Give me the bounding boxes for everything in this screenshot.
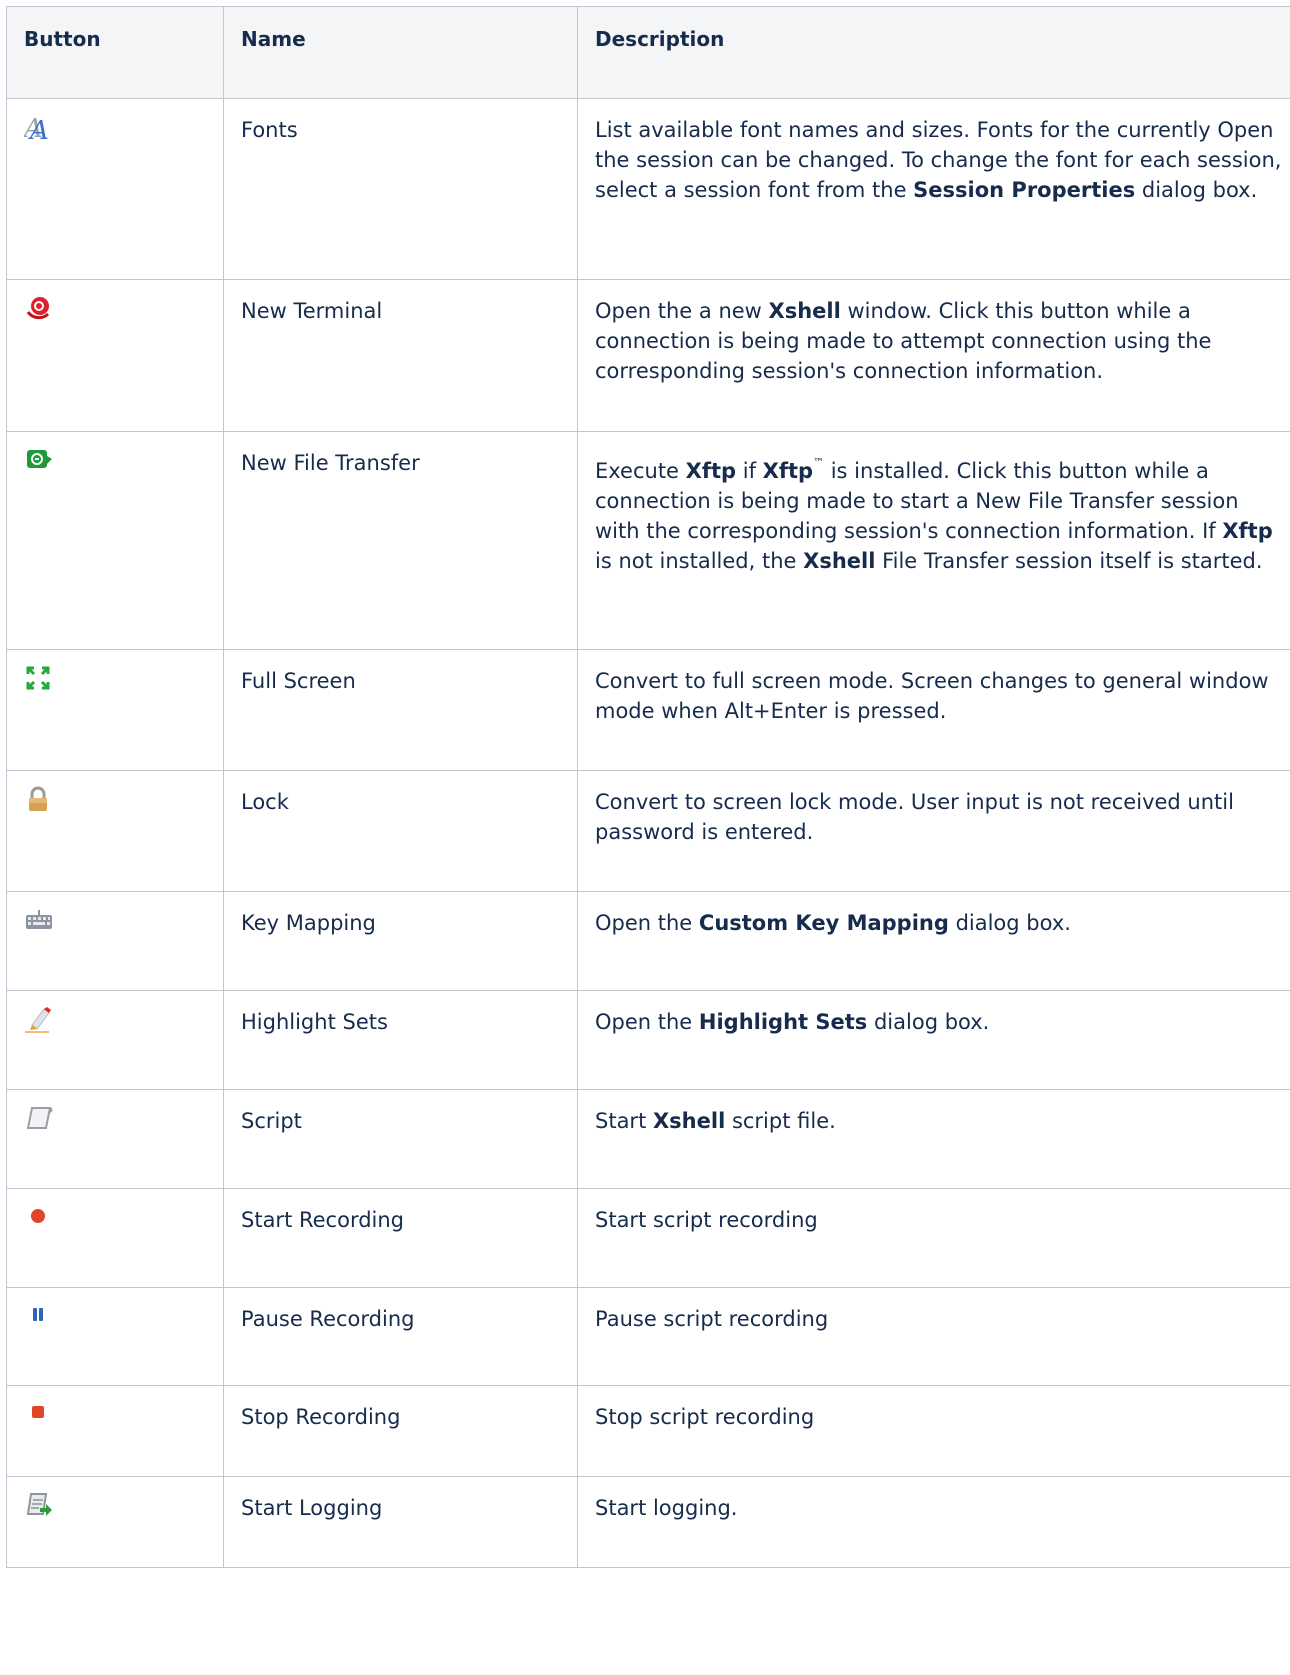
- button-cell: [6, 649, 224, 771]
- script-icon[interactable]: [24, 1104, 53, 1132]
- description-cell: Convert to screen lock mode. User input …: [577, 770, 1290, 892]
- bold-term: Xftp: [685, 459, 737, 483]
- bold-term: Xftp: [1222, 519, 1273, 543]
- lock-icon[interactable]: [24, 785, 52, 813]
- table-row: Full Screen Convert to full screen mode. …: [6, 649, 1290, 771]
- new-terminal-icon[interactable]: [24, 294, 52, 322]
- description-text: Execute: [595, 459, 686, 483]
- button-cell: AA: [6, 98, 224, 280]
- name-cell: Start Logging: [223, 1476, 578, 1568]
- description-cell: Start Xshell script file.: [577, 1089, 1290, 1189]
- table-row: Key Mapping Open the Custom Key Mapping d…: [6, 891, 1290, 991]
- name-cell: Start Recording: [223, 1188, 578, 1288]
- full-screen-icon[interactable]: [24, 664, 52, 692]
- bold-term: Highlight Sets: [698, 1010, 868, 1034]
- description-text: if: [736, 459, 763, 483]
- description-text: dialog box.: [1135, 178, 1258, 202]
- description-text: Open the: [595, 911, 699, 935]
- table-row: Stop Recording Stop script recording: [6, 1385, 1290, 1477]
- bold-term: Xshell: [768, 299, 841, 323]
- header-description: Description: [577, 6, 1290, 99]
- table-row: Lock Convert to screen lock mode. User in…: [6, 770, 1290, 892]
- table-row: New File Transfer Execute Xftp if Xftp™ i…: [6, 431, 1290, 650]
- description-text: Convert to full screen mode. Screen chan…: [595, 669, 1269, 723]
- pause-icon[interactable]: [24, 1302, 52, 1330]
- button-cell: [6, 990, 224, 1090]
- description-cell: Open the Highlight Sets dialog box.: [577, 990, 1290, 1090]
- keyboard-icon[interactable]: [24, 906, 52, 934]
- start-logging-icon[interactable]: [24, 1491, 52, 1519]
- button-cell: [6, 1385, 224, 1477]
- table-header-row: Button Name Description: [6, 6, 1290, 99]
- button-cell: [6, 891, 224, 991]
- description-cell: Start script recording: [577, 1188, 1290, 1288]
- description-text: Open the a new: [595, 299, 769, 323]
- description-cell: Execute Xftp if Xftp™ is installed. Clic…: [577, 431, 1290, 650]
- bold-term: Xshell: [652, 1109, 726, 1133]
- description-text: Open the: [595, 1010, 699, 1034]
- description-text: Pause script recording: [595, 1307, 829, 1331]
- bold-term: Xshell: [803, 549, 876, 573]
- record-icon[interactable]: [24, 1203, 52, 1231]
- name-cell: New Terminal: [223, 279, 578, 432]
- bold-term: Custom Key Mapping: [698, 911, 949, 935]
- description-text: Start: [595, 1109, 653, 1133]
- button-cell: [6, 1476, 224, 1568]
- description-text: Convert to screen lock mode. User input …: [595, 790, 1234, 844]
- description-text: dialog box.: [948, 911, 1071, 935]
- description-text: dialog box.: [867, 1010, 990, 1034]
- button-cell: [6, 1287, 224, 1386]
- svg-text:A: A: [28, 116, 49, 141]
- name-cell: New File Transfer: [223, 431, 578, 650]
- button-cell: [6, 1089, 224, 1189]
- description-cell: Open the a new Xshell window. Click this…: [577, 279, 1290, 432]
- name-cell: Key Mapping: [223, 891, 578, 991]
- description-text: Stop script recording: [595, 1405, 815, 1429]
- toolbar-buttons-table: Button Name Description A A Fonts List avai…: [6, 6, 1290, 1568]
- name-cell: Pause Recording: [223, 1287, 578, 1386]
- bold-term: Session Properties: [913, 178, 1136, 202]
- description-text: Start logging.: [595, 1496, 738, 1520]
- button-cell: [6, 431, 224, 650]
- description-text: File Transfer session itself is started.: [875, 549, 1263, 573]
- description-text: is not installed, the: [595, 549, 804, 573]
- table-row: Start Logging Start logging.: [6, 1476, 1290, 1568]
- name-cell: Fonts: [223, 98, 578, 280]
- description-text: script file.: [725, 1109, 836, 1133]
- name-cell: Script: [223, 1089, 578, 1189]
- name-cell: Lock: [223, 770, 578, 892]
- button-cell: [6, 279, 224, 432]
- table-row: Start Recording Start script recording: [6, 1188, 1290, 1288]
- description-text: Start script recording: [595, 1208, 818, 1232]
- description-cell: Start logging.: [577, 1476, 1290, 1568]
- header-button: Button: [6, 6, 224, 99]
- table-row: New Terminal Open the a new Xshell window…: [6, 279, 1290, 432]
- table-row: Highlight Sets Open the Highlight Sets di…: [6, 990, 1290, 1090]
- button-cell: [6, 770, 224, 892]
- description-cell: Open the Custom Key Mapping dialog box.: [577, 891, 1290, 991]
- table-row: Pause Recording Pause script recording: [6, 1287, 1290, 1386]
- name-cell: Full Screen: [223, 649, 578, 771]
- table-row: A A Fonts List available font names and siz…: [6, 98, 1290, 280]
- table-row: Script Start Xshell script file.: [6, 1089, 1290, 1189]
- description-text: ™: [813, 456, 825, 469]
- fonts-icon[interactable]: AA: [22, 113, 52, 146]
- description-cell: List available font names and sizes. Fon…: [577, 98, 1290, 280]
- name-cell: Highlight Sets: [223, 990, 578, 1090]
- stop-icon[interactable]: [24, 1400, 52, 1428]
- bold-term: Xftp: [762, 459, 814, 483]
- button-cell: [6, 1188, 224, 1288]
- description-cell: Convert to full screen mode. Screen chan…: [577, 649, 1290, 771]
- header-name: Name: [223, 6, 578, 99]
- description-cell: Pause script recording: [577, 1287, 1290, 1386]
- name-cell: Stop Recording: [223, 1385, 578, 1477]
- new-file-transfer-icon[interactable]: [24, 446, 52, 474]
- description-cell: Stop script recording: [577, 1385, 1290, 1477]
- highlighter-icon[interactable]: [24, 1005, 52, 1033]
